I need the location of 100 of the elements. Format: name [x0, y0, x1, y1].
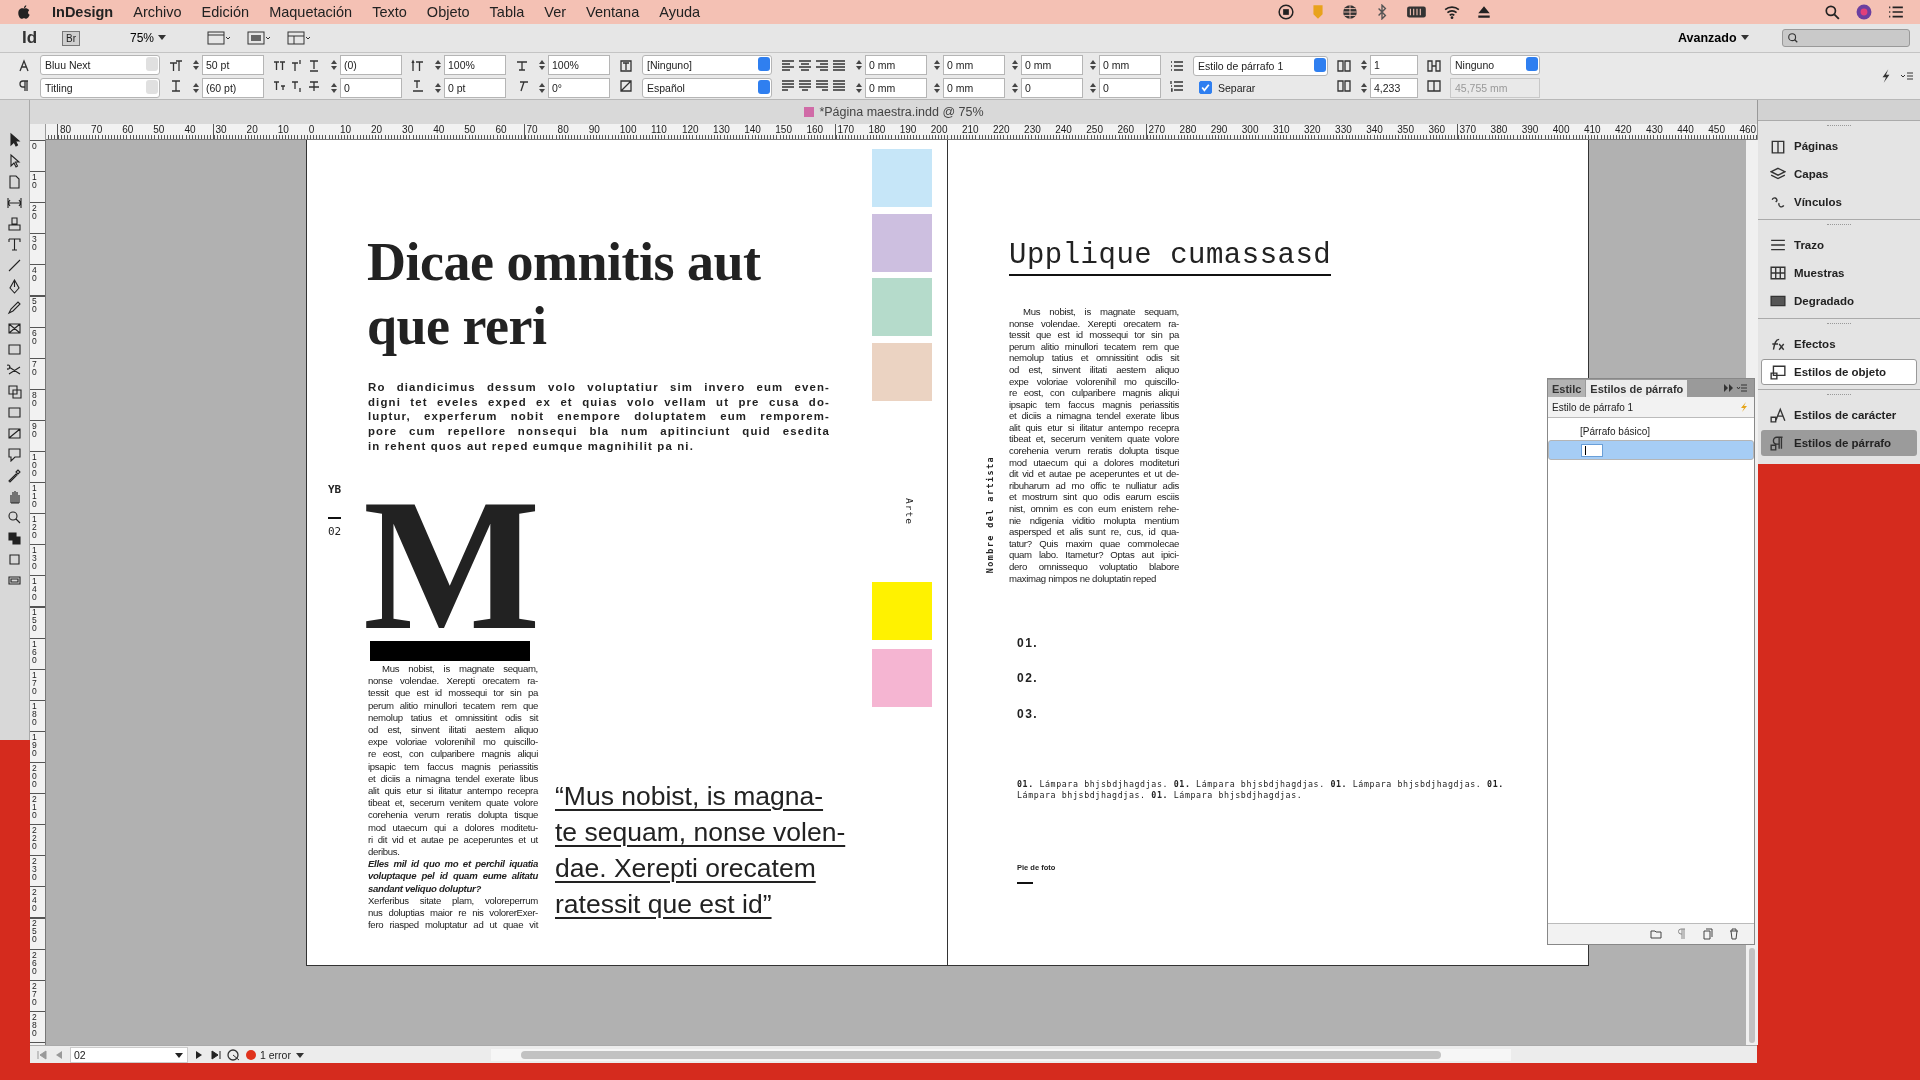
font-size-icon[interactable]: [169, 59, 183, 73]
panel-item[interactable]: Estilos de párrafo: [1761, 430, 1917, 456]
menu-item[interactable]: Texto: [372, 4, 407, 20]
panel-item[interactable]: Vínculos: [1761, 189, 1917, 215]
number-field[interactable]: 0 mm: [865, 54, 927, 75]
collector-icon[interactable]: [7, 216, 22, 231]
number-field[interactable]: (0): [340, 54, 402, 75]
justify-icon[interactable]: [815, 79, 829, 93]
trash-icon[interactable]: [1728, 928, 1740, 940]
style-item[interactable]: [Párrafo básico]: [1548, 422, 1754, 440]
subscript-icon[interactable]: [290, 79, 304, 93]
preflight-icon[interactable]: [227, 1047, 241, 1062]
error-status[interactable]: 1 error: [246, 1048, 336, 1061]
menu-item[interactable]: Edición: [201, 4, 250, 20]
height-icon[interactable]: [411, 59, 425, 73]
search-field[interactable]: [1782, 29, 1910, 47]
last-page-icon[interactable]: [210, 1048, 222, 1061]
hand-icon[interactable]: [7, 489, 22, 504]
feather-icon[interactable]: [7, 426, 22, 441]
numbered-list-icon[interactable]: [1170, 79, 1184, 93]
panel-tab[interactable]: Estilos de párrafo: [1586, 380, 1688, 397]
align-center-icon[interactable]: [798, 59, 812, 73]
scrollbar-thumb[interactable]: [1749, 947, 1755, 1043]
justify-icon[interactable]: [781, 79, 795, 93]
panel-item[interactable]: Estilos de carácter: [1761, 402, 1917, 428]
panel-item[interactable]: Muestras: [1761, 260, 1917, 286]
page-field[interactable]: 02: [70, 1046, 188, 1063]
menu-item[interactable]: Ayuda: [659, 4, 701, 20]
number-field[interactable]: 0: [1099, 77, 1161, 98]
gradient-icon[interactable]: [7, 405, 22, 420]
number-field[interactable]: 0 mm: [865, 77, 927, 98]
pen-icon[interactable]: [7, 279, 22, 294]
panel-item[interactable]: Efectos: [1761, 331, 1917, 357]
panel-tab[interactable]: Estilc: [1548, 380, 1586, 397]
panel-item[interactable]: Estilos de objeto: [1761, 359, 1917, 385]
align-left-icon[interactable]: [781, 59, 795, 73]
transform-icon[interactable]: [7, 384, 22, 399]
strikethrough-icon[interactable]: [307, 79, 321, 93]
text-box-icon[interactable]: [619, 59, 633, 73]
battery-icon[interactable]: [1406, 4, 1428, 20]
panel-item[interactable]: Capas: [1761, 161, 1917, 187]
letter-a-icon[interactable]: [17, 59, 31, 73]
rectangle-icon[interactable]: [7, 342, 22, 357]
menu-item[interactable]: Ventana: [586, 4, 640, 20]
new-item-icon[interactable]: [1702, 928, 1714, 940]
document-tab[interactable]: *Página maestra.indd @ 75%: [803, 105, 984, 119]
panel-item[interactable]: Trazo: [1761, 232, 1917, 258]
record-icon[interactable]: [1278, 4, 1294, 20]
number-field[interactable]: 100%: [548, 54, 610, 75]
panel-item[interactable]: Páginas: [1761, 133, 1917, 159]
menu-item[interactable]: Maquetación: [269, 4, 353, 20]
gap-icon[interactable]: [7, 195, 22, 210]
number-field[interactable]: 0 pt: [444, 77, 506, 98]
menu-item[interactable]: InDesign: [52, 4, 114, 20]
number-field[interactable]: 1: [1370, 54, 1418, 75]
line-icon[interactable]: [7, 258, 22, 273]
number-field[interactable]: 0°: [548, 77, 610, 98]
align-right-icon[interactable]: [815, 59, 829, 73]
name-input-field[interactable]: [1581, 443, 1603, 457]
separate-checkbox[interactable]: Separar: [1193, 78, 1328, 97]
hollow-arrow-icon[interactable]: [7, 153, 22, 168]
dropdown[interactable]: Ninguno: [1450, 54, 1540, 75]
eyedropper-icon[interactable]: [7, 468, 22, 483]
menu-icon[interactable]: [1900, 69, 1914, 83]
dropdown[interactable]: Estilo de párrafo 1: [1193, 55, 1328, 76]
width-icon[interactable]: [515, 59, 529, 73]
dropdown[interactable]: Español: [642, 77, 772, 98]
justify-icon[interactable]: [832, 59, 846, 73]
apple-icon[interactable]: [16, 4, 32, 20]
number-field[interactable]: 4,233: [1370, 77, 1418, 98]
fill-stroke-icon[interactable]: [7, 531, 22, 546]
scrollbar-thumb[interactable]: [521, 1050, 1441, 1059]
number-field[interactable]: 100%: [444, 54, 506, 75]
dropdown[interactable]: [Ninguno]: [642, 54, 772, 75]
wifi-icon[interactable]: [1444, 4, 1460, 20]
crossed-frame-icon[interactable]: [7, 321, 22, 336]
type-icon[interactable]: [7, 237, 22, 252]
dropdown[interactable]: Bluu Next: [40, 54, 160, 75]
zoom-dropdown[interactable]: 75%: [124, 30, 174, 46]
number-field[interactable]: 0 mm: [943, 54, 1005, 75]
number-field[interactable]: 0: [1021, 77, 1083, 98]
leading-icon[interactable]: [169, 79, 183, 93]
bulleted-list-icon[interactable]: [1170, 59, 1184, 73]
square-icon[interactable]: [7, 552, 22, 567]
dropdown[interactable]: Titling: [40, 77, 160, 98]
no-stroke-icon[interactable]: [619, 79, 633, 93]
span-icon[interactable]: [1427, 79, 1441, 93]
collapse-icon[interactable]: [1723, 382, 1735, 394]
search-icon[interactable]: [7, 510, 22, 525]
number-field[interactable]: 0 mm: [1099, 54, 1161, 75]
arrow-icon[interactable]: [7, 132, 22, 147]
justify-icon[interactable]: [832, 79, 846, 93]
justify-icon[interactable]: [798, 79, 812, 93]
small-caps-icon[interactable]: [273, 79, 287, 93]
underline-icon[interactable]: [307, 59, 321, 73]
number-field[interactable]: 0 mm: [943, 77, 1005, 98]
pilcrow-icon[interactable]: [17, 79, 31, 93]
workspace-dropdown[interactable]: Avanzado: [1671, 30, 1756, 46]
caps-icon[interactable]: [273, 59, 287, 73]
two-column-icon[interactable]: [1337, 59, 1351, 73]
